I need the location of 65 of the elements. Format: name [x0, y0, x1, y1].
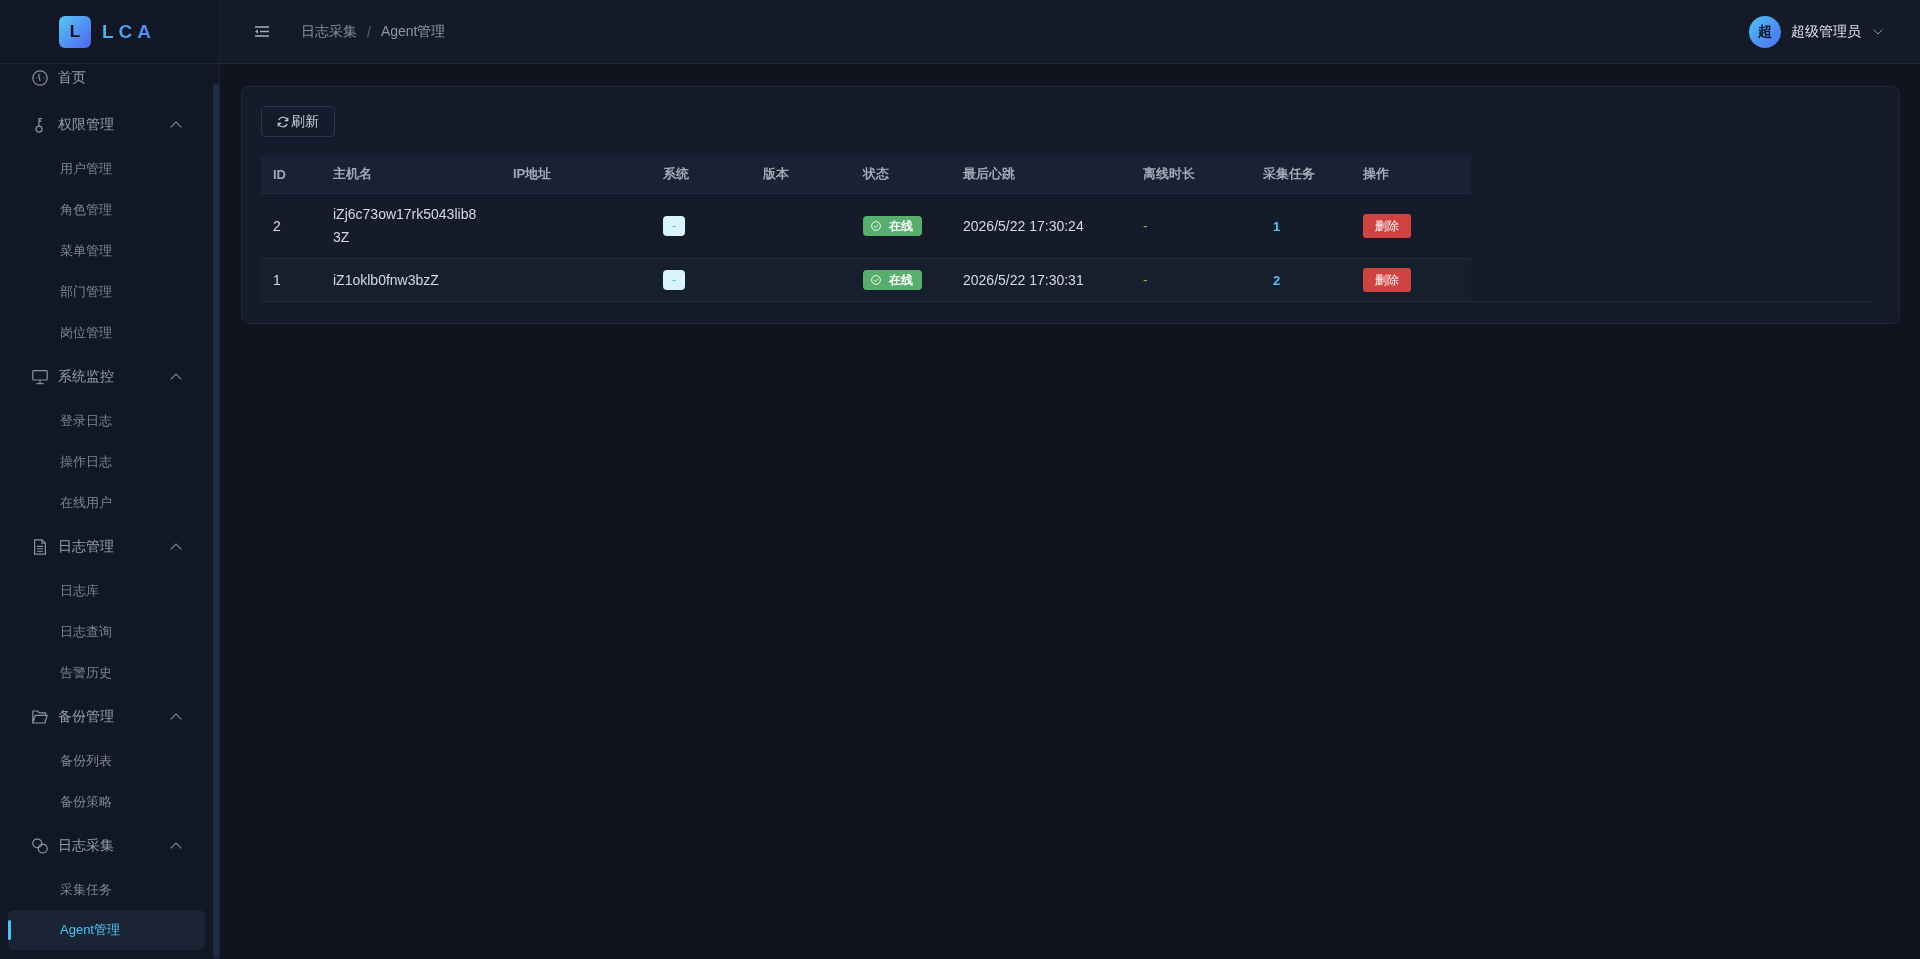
table-cell-text: 1 [273, 270, 281, 290]
menu-group[interactable]: 日志管理 [8, 523, 205, 570]
column-header: 操作 [1362, 165, 1390, 183]
submenu-item[interactable]: 告警历史 [8, 652, 205, 693]
status-text: 在线 [889, 220, 913, 232]
submenu-item[interactable]: 登录日志 [8, 400, 205, 441]
submenu-item[interactable]: 在线用户 [8, 482, 205, 523]
submenu-item[interactable]: Agent管理 [8, 910, 205, 950]
submenu-item[interactable]: 操作日志 [8, 441, 205, 482]
submenu-item[interactable]: 用户管理 [8, 148, 205, 189]
menu-item[interactable]: 首页 [8, 64, 205, 101]
submenu-item[interactable]: 菜单管理 [8, 230, 205, 271]
submenu-item[interactable]: 日志查询 [8, 611, 205, 652]
monitor-icon [32, 368, 48, 385]
column-header: 离线时长 [1142, 165, 1196, 183]
menu-group[interactable]: 日志采集 [8, 822, 205, 869]
task-count[interactable]: 1 [1273, 214, 1281, 238]
menu-group[interactable]: 备份管理 [8, 693, 205, 740]
table-cell-text: - [1143, 270, 1148, 290]
logo-mark: L [58, 15, 91, 48]
column-header: 最后心跳 [962, 165, 1016, 183]
column-header: 主机名 [332, 165, 373, 183]
submenu-item[interactable]: 部门管理 [8, 271, 205, 312]
submenu-item[interactable]: 日志库 [8, 570, 205, 611]
check-circle-icon [871, 275, 881, 285]
breadcrumb-link[interactable]: 日志采集 [301, 22, 357, 41]
column-header: 版本 [762, 165, 790, 183]
link-icon [32, 837, 48, 854]
table-cell-text: iZ1oklb0fnw3bzZ [333, 270, 439, 290]
status-text: 在线 [889, 274, 913, 286]
table-cell-text: 2026/5/22 17:30:24 [963, 216, 1084, 236]
table-cell-text: - [1143, 216, 1148, 236]
submenu-item[interactable]: 备份列表 [8, 740, 205, 781]
submenu-item[interactable]: 岗位管理 [8, 312, 205, 353]
chevron-down-icon[interactable] [1873, 28, 1883, 35]
system-tag: - [663, 216, 685, 236]
table-cell-text: iZj6c73ow17rk5043lib83Z [333, 205, 478, 247]
folder-icon [32, 708, 48, 725]
system-tag: - [663, 270, 685, 290]
check-circle-icon [871, 221, 881, 231]
refresh-icon [277, 115, 289, 128]
menu-group[interactable]: 权限管理 [8, 101, 205, 148]
scrollbar-thumb[interactable] [213, 83, 219, 959]
column-header: ID [272, 165, 287, 184]
column-header: 系统 [662, 165, 690, 183]
menu-icon[interactable] [255, 26, 269, 37]
breadcrumb-current: Agent管理 [380, 22, 446, 41]
table-cell-text: 2026/5/22 17:30:31 [963, 270, 1084, 290]
gauge-icon [32, 69, 48, 86]
column-header: 采集任务 [1262, 165, 1316, 183]
column-header: 状态 [861, 165, 890, 183]
refresh-button[interactable]: 刷新 [261, 106, 335, 137]
table-cell-text: 2 [273, 216, 281, 236]
column-header: IP地址 [512, 165, 553, 183]
delete-button[interactable]: 删除 [1363, 268, 1411, 292]
user-name[interactable]: 超级管理员 [1791, 22, 1861, 41]
document-icon [32, 538, 48, 555]
submenu-item[interactable]: 备份策略 [8, 781, 205, 822]
submenu-item[interactable]: 角色管理 [8, 189, 205, 230]
user-avatar[interactable]: 超 [1749, 15, 1781, 48]
menu-group[interactable]: 系统监控 [8, 353, 205, 400]
breadcrumb-separator: / [367, 23, 371, 40]
delete-button[interactable]: 删除 [1363, 214, 1411, 238]
submenu-item[interactable]: 采集任务 [8, 869, 205, 910]
task-count[interactable]: 2 [1273, 268, 1281, 292]
